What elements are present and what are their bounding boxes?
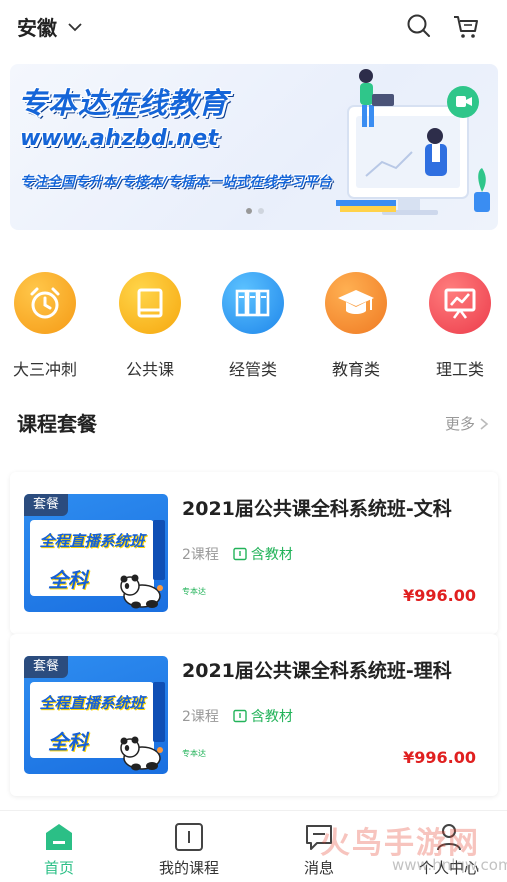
textbook-icon [233, 709, 247, 723]
category-label: 经管类 [228, 360, 277, 379]
banner-dot-active[interactable] [246, 208, 252, 214]
category-item-science-engineering[interactable]: 理工类 [415, 272, 505, 380]
category-item-economics-management[interactable]: 经管类 [208, 272, 298, 380]
category-label: 公共课 [125, 360, 174, 379]
thumbnail-line1: 全程直播系统班 [39, 694, 145, 712]
top-header: 安徽 [0, 0, 507, 52]
category-circle [14, 272, 76, 334]
home-icon [46, 824, 72, 850]
promo-banner[interactable]: 专本达在线教育 www.ahzbd.net 专注全国专升本/专接本/专插本一站式… [10, 64, 498, 230]
banner-url: www.ahzbd.net [20, 126, 219, 151]
category-label: 理工类 [435, 360, 484, 379]
course-icon [175, 823, 203, 851]
thumbnail-line1: 全程直播系统班 [39, 532, 145, 550]
course-title: 2021届公共课全科系统班-文科 [182, 498, 452, 520]
panda-icon [120, 736, 163, 771]
thumbnail-line2: 全科 [48, 568, 88, 592]
course-card[interactable]: 套餐 全程直播系统班 全科 2021届公共课全科系统班-文科 2课程 含教材 专… [10, 472, 498, 634]
cart-icon[interactable] [452, 12, 480, 40]
textbook-tag: 含教材 [233, 706, 293, 726]
tab-my-courses[interactable]: 我的课程 [144, 821, 234, 878]
course-thumbnail: 套餐 全程直播系统班 全科 [24, 494, 168, 612]
lesson-count: 2课程 [182, 547, 219, 563]
banner-illustration [336, 69, 490, 215]
chevron-down-icon [68, 22, 82, 31]
course-card[interactable]: 套餐 全程直播系统班 全科 2021届公共课全科系统班-理科 2课程 含教材 专… [10, 634, 498, 796]
category-label: 大三冲刺 [12, 360, 77, 379]
site-watermark-url: www.hnlqw.com [392, 856, 507, 874]
course-meta: 2课程 含教材 [182, 706, 293, 726]
chart-board-icon [444, 288, 476, 319]
more-label: 更多 [444, 415, 475, 433]
package-badge: 套餐 [24, 656, 68, 678]
tab-icon-wrap [144, 821, 234, 853]
brand-logo: 专本达 [182, 587, 206, 596]
region-selector[interactable]: 安徽 [17, 12, 83, 41]
panda-icon [120, 574, 163, 609]
category-circle [119, 272, 181, 334]
thumbnail-line2: 全科 [48, 730, 88, 754]
course-price: ¥996.00 [403, 748, 476, 767]
banner-pagination [246, 208, 264, 214]
tab-home[interactable]: 首页 [14, 821, 104, 878]
lesson-count: 2课程 [182, 709, 219, 725]
course-thumbnail: 套餐 全程直播系统班 全科 [24, 656, 168, 774]
graduation-cap-icon [338, 290, 374, 314]
category-label: 教育类 [331, 360, 380, 379]
textbook-tag: 含教材 [233, 544, 293, 564]
book-icon [137, 288, 163, 318]
region-label: 安徽 [17, 16, 57, 40]
category-item-public-course[interactable]: 公共课 [105, 272, 195, 380]
textbook-label: 含教材 [250, 547, 293, 563]
course-title: 2021届公共课全科系统班-理科 [182, 660, 452, 682]
banner-dot[interactable] [258, 208, 264, 214]
course-meta: 2课程 含教材 [182, 544, 293, 564]
category-circle [325, 272, 387, 334]
tab-icon-wrap [14, 821, 104, 853]
textbook-icon [233, 547, 247, 561]
category-item-senior-sprint[interactable]: 大三冲刺 [0, 272, 90, 380]
textbook-label: 含教材 [250, 709, 293, 725]
category-item-education[interactable]: 教育类 [311, 272, 401, 380]
section-title: 课程套餐 [17, 412, 97, 436]
banner-title: 专本达在线教育 [18, 86, 229, 120]
category-grid: 大三冲刺 公共课 经管类 教育类 理工类 [0, 272, 507, 382]
course-price: ¥996.00 [403, 586, 476, 605]
more-link[interactable]: 更多 [445, 413, 489, 434]
tab-label: 我的课程 [158, 859, 219, 877]
tab-label: 首页 [43, 859, 74, 877]
alarm-clock-icon [30, 287, 60, 319]
brand-logo: 专本达 [182, 749, 206, 758]
category-circle [222, 272, 284, 334]
chevron-right-icon [480, 417, 489, 430]
package-badge: 套餐 [24, 494, 68, 516]
category-circle [429, 272, 491, 334]
books-icon [235, 289, 270, 317]
search-icon[interactable] [405, 12, 433, 40]
